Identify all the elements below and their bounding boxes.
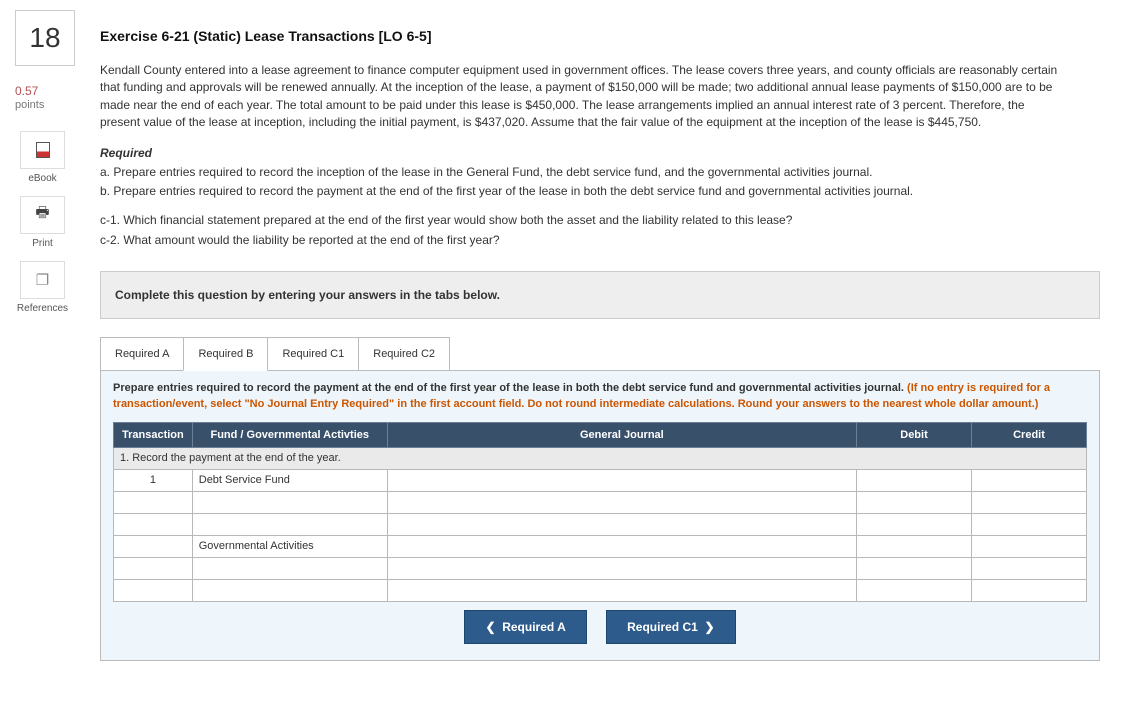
cell-credit-5[interactable] xyxy=(972,557,1087,579)
chevron-right-icon: ❯ xyxy=(698,620,715,634)
cell-fund-1: Debt Service Fund xyxy=(192,469,387,491)
print-button[interactable] xyxy=(20,196,65,234)
question-number-box: 18 xyxy=(15,10,75,66)
points-label: points xyxy=(15,99,85,113)
question-number: 18 xyxy=(29,22,60,54)
references-label: References xyxy=(0,303,85,314)
tab-required-b[interactable]: Required B xyxy=(183,337,268,371)
points-value: 0.57 xyxy=(15,84,85,99)
cell-debit-1[interactable] xyxy=(857,469,972,491)
tab-required-a[interactable]: Required A xyxy=(100,337,184,371)
cell-debit-4[interactable] xyxy=(857,535,972,557)
requirement-c1: c-1. Which financial statement prepared … xyxy=(100,212,1060,229)
ebook-icon xyxy=(36,142,50,158)
table-row: 1 Debt Service Fund xyxy=(114,469,1087,491)
panel-main-instruction: Prepare entries required to record the p… xyxy=(113,382,904,394)
cell-credit-6[interactable] xyxy=(972,579,1087,601)
requirement-a: a. Prepare entries required to record th… xyxy=(100,164,1060,181)
th-transaction: Transaction xyxy=(114,422,193,447)
references-icon xyxy=(36,271,49,289)
references-button[interactable] xyxy=(20,261,65,299)
cell-debit-2[interactable] xyxy=(857,491,972,513)
th-credit: Credit xyxy=(972,422,1087,447)
th-general-journal: General Journal xyxy=(387,422,856,447)
tab-panel-required-b: Prepare entries required to record the p… xyxy=(100,370,1100,661)
cell-credit-4[interactable] xyxy=(972,535,1087,557)
exercise-title: Exercise 6-21 (Static) Lease Transaction… xyxy=(100,28,1100,44)
chevron-left-icon: ❮ xyxy=(485,620,502,634)
cell-account-4[interactable] xyxy=(387,535,856,557)
next-tab-button[interactable]: Required C1 ❯ xyxy=(606,610,735,644)
cell-debit-6[interactable] xyxy=(857,579,972,601)
section-1-label: 1. Record the payment at the end of the … xyxy=(114,447,1087,469)
ebook-button[interactable] xyxy=(20,131,65,169)
cell-credit-3[interactable] xyxy=(972,513,1087,535)
cell-account-3[interactable] xyxy=(387,513,856,535)
cell-fund-4: Governmental Activities xyxy=(192,535,387,557)
cell-account-2[interactable] xyxy=(387,491,856,513)
requirement-c2: c-2. What amount would the liability be … xyxy=(100,232,1060,249)
cell-credit-1[interactable] xyxy=(972,469,1087,491)
table-row xyxy=(114,557,1087,579)
cell-account-5[interactable] xyxy=(387,557,856,579)
print-label: Print xyxy=(0,238,85,249)
cell-account-6[interactable] xyxy=(387,579,856,601)
cell-account-1[interactable] xyxy=(387,469,856,491)
journal-entry-table: Transaction Fund / Governmental Activtie… xyxy=(113,422,1087,602)
required-header: Required xyxy=(100,146,1100,160)
table-row xyxy=(114,579,1087,601)
points-block: 0.57 points xyxy=(15,84,85,113)
print-icon xyxy=(35,202,49,227)
tab-required-c2[interactable]: Required C2 xyxy=(358,337,450,371)
table-row: Governmental Activities xyxy=(114,535,1087,557)
cell-credit-2[interactable] xyxy=(972,491,1087,513)
cell-transaction-1: 1 xyxy=(114,469,193,491)
th-debit: Debit xyxy=(857,422,972,447)
cell-debit-3[interactable] xyxy=(857,513,972,535)
table-row xyxy=(114,513,1087,535)
requirement-b: b. Prepare entries required to record th… xyxy=(100,183,1060,200)
th-fund: Fund / Governmental Activties xyxy=(192,422,387,447)
instruction-bar: Complete this question by entering your … xyxy=(100,271,1100,319)
tab-required-c1[interactable]: Required C1 xyxy=(267,337,359,371)
tabs-row: Required A Required B Required C1 Requir… xyxy=(100,337,1100,371)
problem-text: Kendall County entered into a lease agre… xyxy=(100,62,1060,132)
cell-debit-5[interactable] xyxy=(857,557,972,579)
table-row xyxy=(114,491,1087,513)
prev-tab-button[interactable]: ❮ Required A xyxy=(464,610,586,644)
ebook-label: eBook xyxy=(0,173,85,184)
